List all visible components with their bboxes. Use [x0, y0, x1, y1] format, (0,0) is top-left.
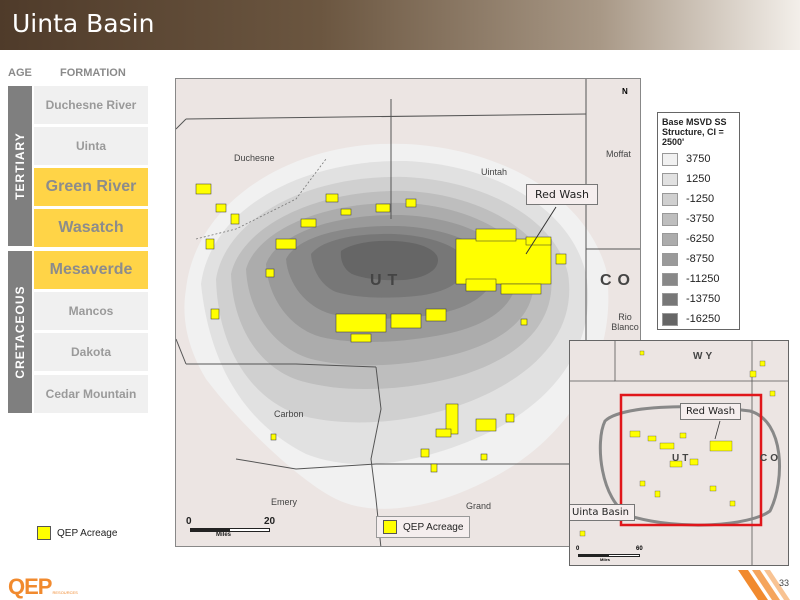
- page-title: Uinta Basin: [12, 9, 155, 38]
- acreage-legend-label: QEP Acreage: [57, 527, 118, 539]
- county-uintah: Uintah: [481, 167, 508, 177]
- state-label-co: CO: [600, 272, 636, 289]
- acreage-swatch: [37, 526, 51, 540]
- inset-scale-bar: 0 60 Miles: [576, 546, 646, 562]
- inset-red-wash-callout: Red Wash: [680, 403, 742, 420]
- structure-legend-swatch: [662, 272, 678, 286]
- map-acreage-label: QEP Acreage: [403, 521, 464, 533]
- formation-duchesne-river: Duchesne River: [34, 86, 148, 124]
- scale-start: 0: [186, 516, 192, 527]
- inset-scale-unit: Miles: [600, 557, 611, 562]
- age-header: AGE: [8, 67, 32, 79]
- structure-legend-row: -16250: [662, 311, 735, 327]
- county-carbon: Carbon: [274, 409, 304, 419]
- structure-legend: Base MSVD SS Structure, CI = 2500' 3750 1…: [657, 112, 740, 330]
- structure-legend-row: 1250: [662, 171, 735, 187]
- structure-legend-title: Base MSVD SS Structure, CI = 2500': [662, 117, 727, 147]
- state-label-ut: UT: [370, 272, 404, 289]
- structure-legend-value: -6250: [686, 233, 715, 245]
- age-label-tertiary: TERTIARY: [13, 132, 27, 200]
- structure-legend-swatch: [662, 312, 678, 326]
- structure-legend-swatch: [662, 252, 678, 266]
- structure-legend-swatch: [662, 292, 678, 306]
- formation-mancos: Mancos: [34, 292, 148, 330]
- company-logo: QEP RESOURCES: [8, 574, 78, 600]
- age-label-cretaceous: CRETACEOUS: [13, 285, 27, 379]
- logo-text: QEP: [8, 574, 52, 599]
- county-emery: Emery: [271, 497, 298, 507]
- formation-wasatch: Wasatch: [34, 209, 148, 247]
- structure-legend-value: -1250: [686, 193, 715, 205]
- structure-legend-swatch: [662, 192, 678, 206]
- north-label: N: [622, 87, 628, 96]
- logo-subtext: RESOURCES: [52, 590, 78, 595]
- formation-dakota: Dakota: [34, 333, 148, 371]
- red-wash-callout: Red Wash: [526, 184, 599, 205]
- county-moffat: Moffat: [606, 149, 631, 159]
- structure-legend-swatch: [662, 152, 678, 166]
- acreage-legend: QEP Acreage: [37, 526, 117, 540]
- page-number: 33: [779, 578, 790, 588]
- map-scale-bar: 0 20 Miles: [186, 516, 278, 542]
- scale-end: 20: [264, 516, 276, 527]
- structure-legend-value: -3750: [686, 213, 715, 225]
- structure-legend-row: -13750: [662, 291, 735, 307]
- age-tertiary: TERTIARY: [8, 86, 32, 246]
- inset-scale-end: 60: [636, 546, 643, 552]
- north-arrow-icon: N: [622, 87, 628, 96]
- county-rio-blanco: Rio Blanco: [611, 312, 639, 332]
- inset-label-co: CO: [760, 453, 781, 464]
- structure-legend-swatch: [662, 232, 678, 246]
- inset-scale-start: 0: [576, 546, 580, 552]
- structure-legend-value: -8750: [686, 253, 715, 265]
- inset-uinta-basin-callout: Uinta Basin: [570, 504, 635, 521]
- map-acreage-legend: QEP Acreage: [376, 516, 471, 538]
- structure-legend-rows: 3750 1250 -1250 -3750 -6250 -8750 -11250 -13750…: [662, 151, 735, 327]
- structure-legend-row: -3750: [662, 211, 735, 227]
- structure-legend-swatch: [662, 172, 678, 186]
- inset-label-wy: WY: [693, 351, 716, 362]
- county-duchesne: Duchesne: [234, 153, 275, 163]
- structure-legend-value: -11250: [686, 273, 720, 285]
- structure-legend-value: 1250: [686, 173, 711, 185]
- county-grand: Grand: [466, 501, 492, 511]
- structure-legend-row: -6250: [662, 231, 735, 247]
- locator-inset-map: WY UT CO Red Wash Uinta Basin 0 60 Miles: [569, 340, 789, 566]
- structure-legend-value: 3750: [686, 153, 711, 165]
- structure-legend-row: -8750: [662, 251, 735, 267]
- structure-legend-value: -13750: [686, 293, 721, 305]
- map-acreage-swatch: [383, 520, 397, 534]
- age-cretaceous: CRETACEOUS: [8, 251, 32, 413]
- scale-unit: Miles: [216, 532, 232, 538]
- formation-cedar-mountain: Cedar Mountain: [34, 375, 148, 413]
- inset-label-ut: UT: [672, 453, 692, 464]
- structure-legend-row: -11250: [662, 271, 735, 287]
- formation-uinta: Uinta: [34, 127, 148, 165]
- formation-mesaverde: Mesaverde: [34, 251, 148, 289]
- formation-green-river: Green River: [34, 168, 148, 206]
- structure-legend-value: -16250: [686, 313, 721, 325]
- corner-stripes-decoration: [738, 570, 790, 600]
- title-bar: Uinta Basin: [0, 0, 800, 50]
- structure-legend-row: -1250: [662, 191, 735, 207]
- structure-legend-row: 3750: [662, 151, 735, 167]
- formation-header: FORMATION: [60, 67, 126, 79]
- structure-legend-swatch: [662, 212, 678, 226]
